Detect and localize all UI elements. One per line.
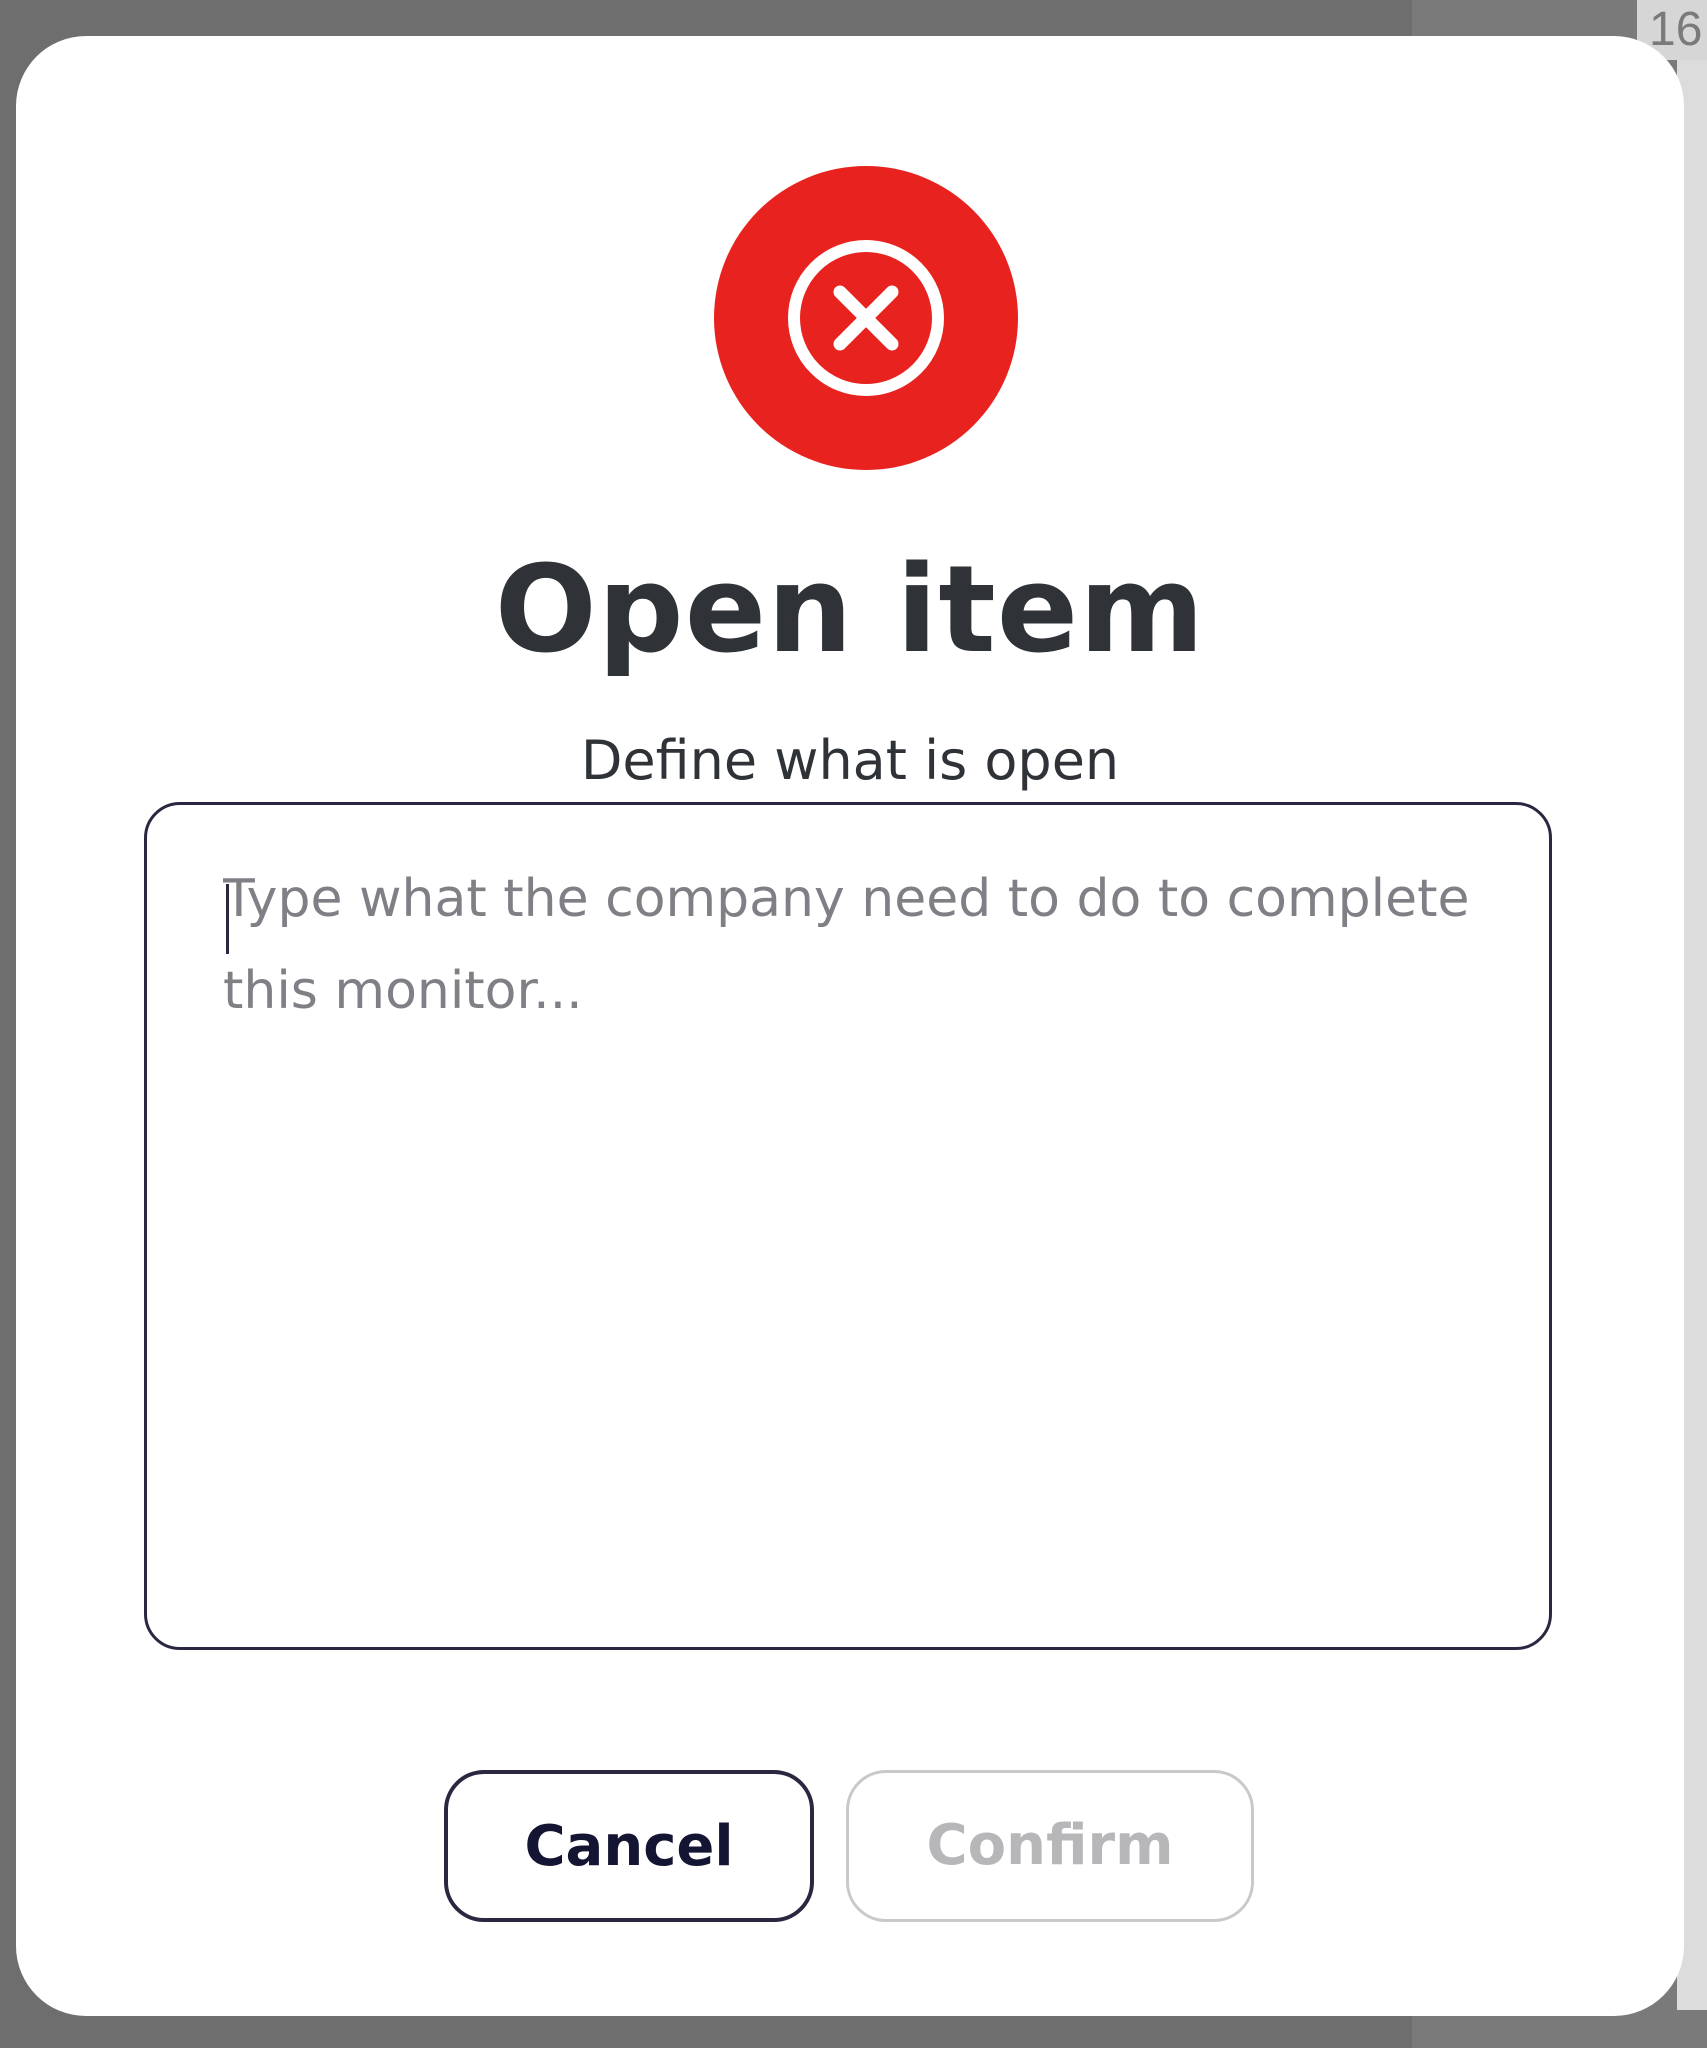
confirm-button[interactable]: Confirm (846, 1770, 1254, 1922)
dialog-subtitle: Define what is open (580, 729, 1120, 792)
text-cursor (226, 884, 229, 954)
cancel-button[interactable]: Cancel (444, 1770, 814, 1922)
dialog-title: Open item (494, 541, 1206, 680)
open-item-dialog: Open item Define what is open Cancel Con… (16, 36, 1684, 2016)
description-textarea-container[interactable] (144, 802, 1552, 1650)
error-x-circle-icon (714, 166, 1018, 470)
description-textarea[interactable] (223, 853, 1473, 1573)
